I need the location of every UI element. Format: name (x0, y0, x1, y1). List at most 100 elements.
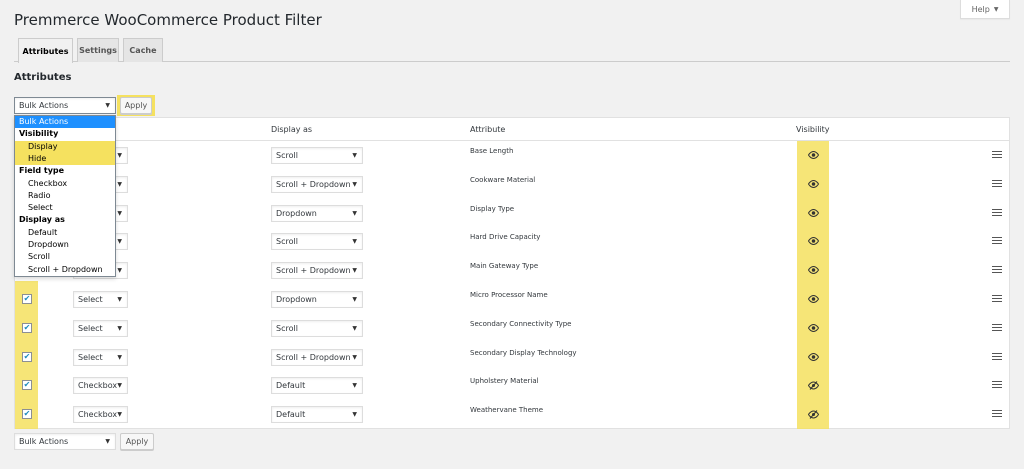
header-display-as: Display as (271, 125, 313, 134)
caret-down-icon: ▼ (117, 382, 122, 390)
eye-icon[interactable] (807, 208, 819, 218)
dropdown-option[interactable]: Radio (15, 190, 115, 202)
attribute-name: Micro Processor Name (470, 291, 548, 299)
dropdown-group-label: Field type (19, 166, 65, 176)
eye-icon[interactable] (807, 323, 819, 333)
drag-handle-icon[interactable] (992, 323, 1002, 331)
attributes-table: Display as Attribute Visibility ▼ Scroll ▼… (14, 117, 1010, 429)
dropdown-option[interactable]: Display (15, 140, 115, 153)
drag-handle-icon[interactable] (992, 237, 1002, 245)
field-type-value: Select (78, 323, 103, 333)
display-as-select[interactable]: Dropdown ▼ (271, 291, 363, 308)
checkmark-icon: ✔ (23, 294, 31, 303)
display-as-value: Scroll + Dropdown (276, 179, 351, 189)
caret-down-icon: ▼ (117, 209, 122, 217)
caret-down-icon: ▼ (117, 296, 122, 303)
bulk-actions-select-bottom[interactable]: Bulk Actions ▼ (14, 433, 116, 450)
field-type-select[interactable]: Checkbox ▼ (73, 406, 128, 424)
table-row: ✔ Select ▼ Scroll + Dropdown ▼ Secondary Disp… (15, 343, 1009, 372)
attribute-name: Display Type (470, 204, 515, 213)
nav-tabs: Attributes Settings Cache (14, 38, 1010, 63)
table-header: Display as Attribute Visibility (15, 118, 1009, 141)
bulk-actions-value-bottom: Bulk Actions (19, 437, 69, 446)
field-type-select[interactable]: Select ▼ (73, 319, 128, 337)
eye-slash-icon[interactable] (807, 380, 819, 390)
display-as-value: Dropdown (276, 208, 317, 218)
table-row: ▼ Scroll ▼ Hard Drive Capacity (15, 227, 1009, 256)
drag-handle-icon[interactable] (992, 151, 1002, 158)
drag-handle-icon[interactable] (992, 410, 1002, 418)
eye-icon[interactable] (807, 352, 819, 362)
row-checkbox[interactable]: ✔ (22, 294, 32, 304)
caret-down-icon: ▼ (352, 238, 357, 246)
dropdown-option[interactable]: Scroll + Dropdown (15, 264, 115, 276)
eye-icon[interactable] (807, 294, 819, 304)
row-checkbox[interactable]: ✔ (22, 351, 32, 362)
display-as-select[interactable]: Scroll ▼ (271, 147, 363, 164)
tab-settings[interactable]: Settings (77, 38, 119, 62)
drag-handle-icon[interactable] (992, 381, 1002, 389)
dropdown-option[interactable]: Hide (15, 152, 115, 165)
display-as-select[interactable]: Scroll + Dropdown ▼ (271, 262, 363, 280)
caret-down-icon: ▼ (352, 382, 357, 390)
attribute-name: Hard Drive Capacity (470, 233, 541, 242)
display-as-select[interactable]: Scroll ▼ (271, 233, 363, 251)
display-as-value: Scroll + Dropdown (276, 352, 351, 362)
tab-cache[interactable]: Cache (123, 38, 163, 62)
checkmark-icon: ✔ (23, 322, 31, 332)
display-as-value: Scroll (276, 323, 298, 333)
eye-slash-icon[interactable] (807, 409, 819, 419)
drag-handle-icon[interactable] (992, 295, 1002, 302)
display-as-select[interactable]: Default ▼ (271, 377, 363, 395)
display-as-select[interactable]: Dropdown ▼ (271, 204, 363, 222)
field-type-select[interactable]: Checkbox ▼ (73, 377, 128, 395)
field-type-value: Checkbox (78, 410, 118, 420)
help-button[interactable]: Help ▼ (960, 0, 1010, 19)
attribute-name: Upholstery Material (470, 377, 539, 386)
table-row: ▼ Dropdown ▼ Display Type (15, 199, 1009, 228)
table-row: ✔ Checkbox ▼ Default ▼ Upholstery Material (15, 371, 1009, 400)
eye-icon[interactable] (807, 150, 819, 160)
row-checkbox[interactable]: ✔ (22, 322, 32, 333)
caret-down-icon: ▼ (117, 411, 122, 419)
caret-down-icon: ▼ (352, 411, 357, 419)
eye-icon[interactable] (807, 236, 819, 246)
drag-handle-icon[interactable] (992, 179, 1002, 187)
dropdown-option[interactable]: Checkbox (15, 178, 115, 190)
dropdown-option[interactable]: Select (15, 202, 115, 214)
dropdown-option[interactable]: Dropdown (15, 239, 115, 251)
dropdown-option[interactable]: Bulk Actions (15, 116, 115, 128)
drag-handle-icon[interactable] (992, 266, 1002, 274)
bulk-actions-select[interactable]: Bulk Actions ▼ (14, 97, 116, 114)
table-row: ▼ Scroll ▼ Base Length (15, 141, 1009, 170)
bulk-actions-value: Bulk Actions (19, 101, 69, 110)
row-checkbox[interactable]: ✔ (22, 380, 32, 391)
eye-icon[interactable] (807, 265, 819, 275)
display-as-select[interactable]: Scroll + Dropdown ▼ (271, 348, 363, 366)
row-checkbox[interactable]: ✔ (22, 409, 32, 420)
apply-button-bottom[interactable]: Apply (120, 433, 154, 450)
caret-down-icon: ▼ (352, 324, 357, 332)
eye-icon[interactable] (807, 179, 819, 189)
dropdown-option[interactable]: Scroll (15, 251, 115, 263)
chevron-down-icon: ▼ (993, 5, 999, 13)
drag-handle-icon[interactable] (992, 352, 1002, 360)
help-label: Help (971, 4, 990, 14)
display-as-select[interactable]: Scroll ▼ (271, 319, 363, 337)
display-as-select[interactable]: Default ▼ (271, 406, 363, 424)
field-type-select[interactable]: Select ▼ (73, 348, 128, 366)
apply-button[interactable]: Apply (120, 97, 152, 114)
table-row: ✔ Select ▼ Dropdown ▼ Micro Processor Name (15, 285, 1009, 314)
header-visibility: Visibility (796, 125, 830, 134)
checkmark-icon: ✔ (23, 351, 31, 361)
field-type-select[interactable]: Select ▼ (73, 291, 128, 308)
drag-handle-icon[interactable] (992, 208, 1002, 216)
display-as-select[interactable]: Scroll + Dropdown ▼ (271, 175, 363, 193)
tab-attributes[interactable]: Attributes (18, 38, 73, 63)
display-as-value: Dropdown (276, 295, 317, 304)
caret-down-icon: ▼ (352, 180, 357, 188)
caret-down-icon: ▼ (117, 180, 122, 188)
display-as-value: Default (276, 381, 306, 391)
dropdown-option[interactable]: Default (15, 227, 115, 239)
attribute-name: Base Length (470, 147, 514, 155)
